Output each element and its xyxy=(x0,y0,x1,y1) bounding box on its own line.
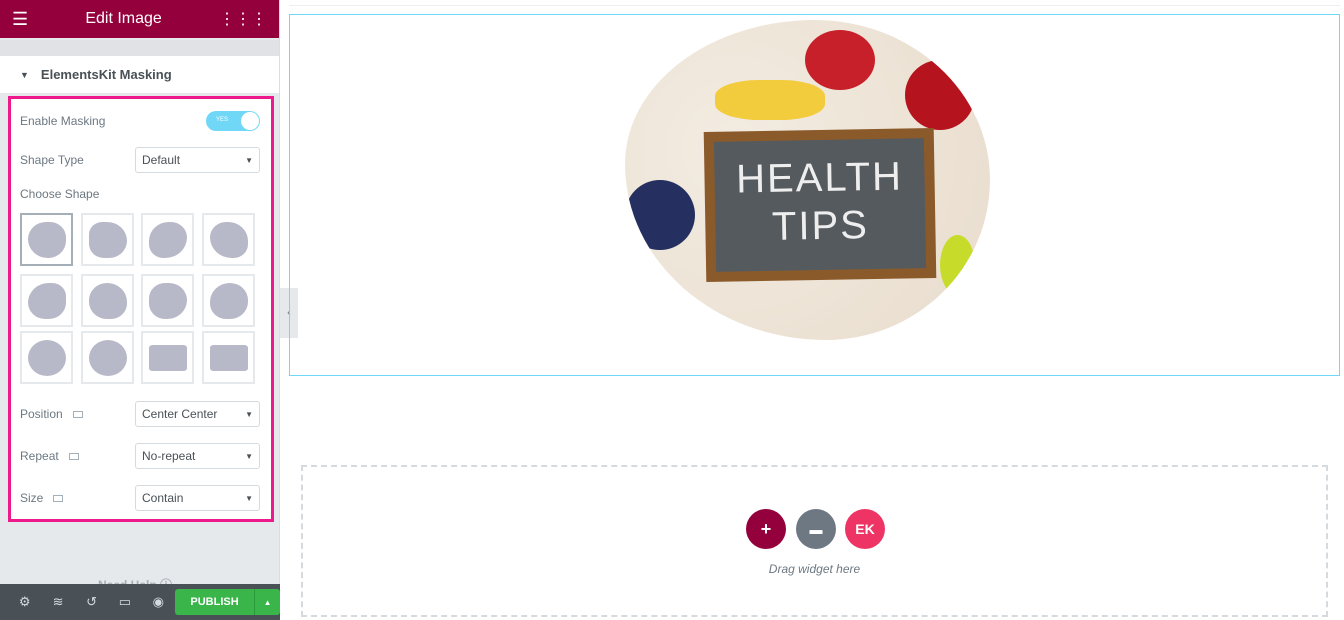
panel-header: ☰ Edit Image ⋮⋮⋮ xyxy=(0,0,279,38)
responsive-icon[interactable]: ▭ xyxy=(108,594,141,610)
grid-icon[interactable]: ⋮⋮⋮ xyxy=(219,9,267,29)
shape-option[interactable] xyxy=(20,213,73,266)
shape-preview xyxy=(209,221,248,258)
shape-preview xyxy=(209,344,248,371)
template-library-button[interactable]: ▬ xyxy=(796,509,836,549)
section-title: ElementsKit Masking xyxy=(40,67,172,82)
eye-icon[interactable]: ◉ xyxy=(142,594,175,610)
select-value: Contain xyxy=(142,491,184,505)
caret-down-icon: ▼ xyxy=(20,69,29,80)
banana xyxy=(715,80,825,120)
editor-sidebar: ☰ Edit Image ⋮⋮⋮ ▼ ElementsKit Masking En… xyxy=(0,0,281,620)
position-label: Position xyxy=(20,407,63,421)
publish-options-caret-icon[interactable]: ▲ xyxy=(255,598,280,607)
gear-icon[interactable]: ⚙ xyxy=(8,594,41,610)
image-text: TIPS xyxy=(771,203,870,249)
shape-preview xyxy=(27,282,66,319)
shape-option[interactable] xyxy=(202,213,255,266)
select-value: Center Center xyxy=(142,407,218,421)
select-value: No-repeat xyxy=(142,449,196,463)
panel-title: Edit Image xyxy=(85,10,162,27)
chalkboard: HEALTH TIPS xyxy=(703,128,937,282)
toggle-text: YES xyxy=(216,117,229,123)
enable-masking-label: Enable Masking xyxy=(20,114,106,128)
publish-button-group: PUBLISH ▲ xyxy=(175,589,281,615)
shape-preview xyxy=(148,221,187,258)
desktop-icon[interactable] xyxy=(68,453,79,461)
masking-panel: Enable Masking YES Shape Type Default ▼ C… xyxy=(8,96,274,522)
shape-option[interactable] xyxy=(141,213,194,266)
shape-option[interactable] xyxy=(202,274,255,327)
hamburger-icon[interactable]: ☰ xyxy=(12,9,28,30)
shape-preview xyxy=(88,282,127,319)
divider xyxy=(0,40,279,56)
shape-type-label: Shape Type xyxy=(20,153,84,167)
choose-shape-label: Choose Shape xyxy=(20,187,100,201)
add-section-button[interactable]: + xyxy=(746,509,786,549)
shape-preview xyxy=(148,344,187,371)
shape-option[interactable] xyxy=(141,274,194,327)
image-widget[interactable]: HEALTH TIPS xyxy=(289,14,1340,376)
shape-preview xyxy=(148,282,187,319)
section-toggle[interactable]: ▼ ElementsKit Masking xyxy=(0,56,279,94)
drag-widget-text: Drag widget here xyxy=(768,562,861,576)
chevron-down-icon: ▼ xyxy=(245,493,253,503)
panel-footer: ⚙ ≋ ↺ ▭ ◉ PUBLISH ▲ xyxy=(0,584,281,620)
repeat-select[interactable]: No-repeat ▼ xyxy=(135,443,260,469)
drop-zone[interactable]: + ▬ EK Drag widget here xyxy=(301,465,1328,617)
publish-button[interactable]: PUBLISH xyxy=(175,589,256,615)
position-select[interactable]: Center Center ▼ xyxy=(135,401,260,427)
shape-option[interactable] xyxy=(81,274,134,327)
shape-preview xyxy=(88,221,127,258)
shape-preview xyxy=(27,221,66,258)
elementskit-button[interactable]: EK xyxy=(845,509,885,549)
shape-preview xyxy=(209,282,248,319)
enable-masking-toggle[interactable]: YES xyxy=(206,111,260,131)
chevron-down-icon: ▼ xyxy=(245,451,253,461)
shape-type-select[interactable]: Default ▼ xyxy=(135,147,260,173)
desktop-icon[interactable] xyxy=(53,495,64,503)
history-icon[interactable]: ↺ xyxy=(75,594,108,610)
shape-option[interactable] xyxy=(20,331,73,384)
shape-option[interactable] xyxy=(81,331,134,384)
lime xyxy=(940,235,975,295)
apple xyxy=(905,60,975,130)
image-text: HEALTH xyxy=(735,154,904,202)
strawberries xyxy=(805,30,875,90)
repeat-label: Repeat xyxy=(20,449,59,463)
blueberries xyxy=(625,180,695,250)
shape-preview xyxy=(27,339,66,376)
layers-icon[interactable]: ≋ xyxy=(41,594,74,610)
shape-option[interactable] xyxy=(141,331,194,384)
size-label: Size xyxy=(20,491,44,505)
toggle-knob xyxy=(241,112,259,130)
shape-option[interactable] xyxy=(81,213,134,266)
shape-option[interactable] xyxy=(202,331,255,384)
shape-option[interactable] xyxy=(20,274,73,327)
select-value: Default xyxy=(142,153,181,167)
divider xyxy=(289,5,1340,6)
shape-preview xyxy=(88,339,127,376)
chevron-down-icon: ▼ xyxy=(245,155,253,165)
chevron-down-icon: ▼ xyxy=(245,409,253,419)
masked-image: HEALTH TIPS xyxy=(625,20,990,340)
desktop-icon[interactable] xyxy=(72,411,83,419)
size-select[interactable]: Contain ▼ xyxy=(135,485,260,511)
